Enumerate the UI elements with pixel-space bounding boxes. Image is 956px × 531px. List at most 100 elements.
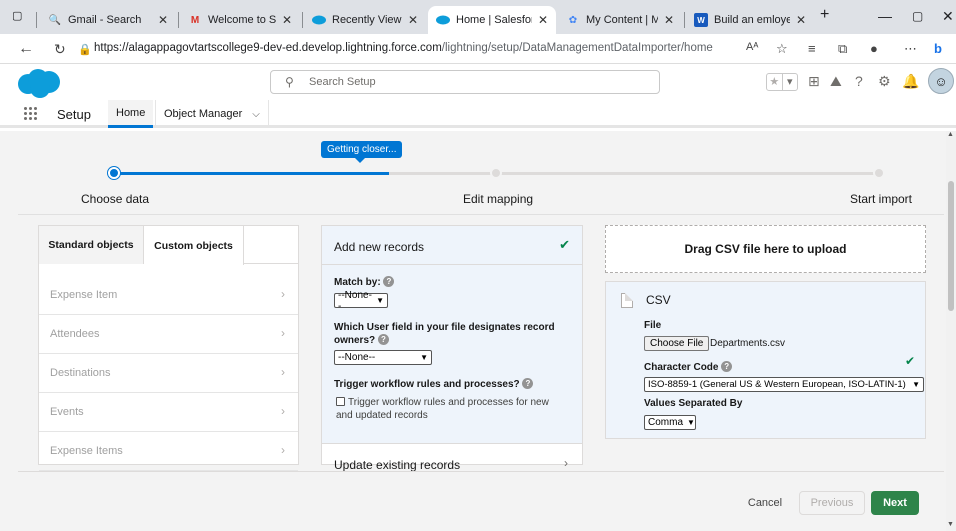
trigger-workflow-checkbox-label: Trigger workflow rules and processes for… (336, 397, 549, 421)
search-icon: ⚲ (285, 75, 294, 89)
favorite-add-icon[interactable]: ☆ (776, 41, 788, 57)
help-icon[interactable]: ? (377, 334, 389, 345)
owner-field-value: --None-- (338, 352, 376, 363)
search-setup-input[interactable]: ⚲ Search Setup (270, 70, 660, 94)
help-icon[interactable]: ? (383, 276, 395, 287)
wizard-footer: Cancel Previous Next (18, 471, 944, 531)
trigger-workflow-checkbox-row[interactable]: Trigger workflow rules and processes for… (336, 396, 568, 422)
drop-zone-label: Drag CSV file here to upload (684, 242, 847, 256)
cancel-button[interactable]: Cancel (736, 491, 794, 515)
read-aloud-icon[interactable]: Aᴬ (746, 41, 758, 53)
browser-tab-my-content[interactable]: ✿ My Content | Micros ✕ (558, 6, 682, 34)
tab-object-manager[interactable]: Object Manager ⌵ (155, 100, 269, 128)
gear-icon[interactable]: ⚙ (878, 73, 891, 90)
match-by-label: Match by: ? (334, 276, 395, 289)
close-icon[interactable]: ✕ (538, 13, 548, 27)
csv-drop-zone[interactable]: Drag CSV file here to upload (605, 225, 926, 273)
setup-navbar: Setup Home Object Manager ⌵ (0, 100, 956, 128)
tab-object-manager-label: Object Manager (164, 108, 243, 120)
close-icon[interactable]: ✕ (158, 13, 168, 27)
url-path: /lightning/setup/DataManagementDataImpor… (441, 42, 713, 54)
tab-actions-icon[interactable]: ▢ (12, 9, 22, 22)
new-tab-icon[interactable]: + (820, 6, 829, 24)
browser-tab-build-employee[interactable]: W Build an emloyee tra ✕ (686, 6, 814, 34)
chevron-down-icon[interactable]: ⌵ (252, 109, 260, 120)
page-scrollbar[interactable]: ▲ ▼ (946, 131, 956, 531)
window-close-icon[interactable]: ✕ (942, 8, 954, 25)
avatar[interactable]: ☺ (928, 68, 954, 94)
choose-file-button[interactable]: Choose File (644, 336, 710, 351)
object-item-label: Attendees (50, 328, 100, 340)
object-item-destinations[interactable]: Destinations › (39, 354, 298, 393)
help-icon[interactable]: ? (855, 73, 863, 89)
profile-icon[interactable]: ● (870, 41, 878, 56)
trailhead-icon[interactable]: ⛰ (830, 73, 842, 90)
tab-custom-objects[interactable]: Custom objects (144, 226, 244, 265)
browser-tab-home-salesforce[interactable]: Home | Salesforce ✕ (428, 6, 556, 34)
bell-icon[interactable]: 🔔 (902, 73, 919, 90)
tab-label: Build an emloyee tra (714, 14, 790, 26)
match-by-value: --None-- (338, 289, 372, 312)
tab-standard-objects[interactable]: Standard objects (39, 226, 144, 264)
action-add-new-records[interactable]: Add new records ✔ Match by: ? --None-- ▼ … (322, 226, 582, 444)
check-icon: ✔ (904, 354, 915, 368)
chevron-right-icon: › (281, 404, 285, 418)
previous-button[interactable]: Previous (799, 491, 865, 515)
gmail-icon: M (190, 14, 200, 26)
browser-tab-gmail[interactable]: 🔍 Gmail - Search ✕ (40, 6, 176, 34)
tab-custom-objects-label: Custom objects (154, 239, 233, 252)
global-actions-icon[interactable]: ⊞ (808, 73, 820, 90)
object-selector: Standard objects Custom objects Expense … (38, 225, 299, 471)
maximize-icon[interactable]: ▢ (912, 9, 923, 23)
refresh-icon[interactable]: ↻ (54, 41, 66, 58)
bing-icon[interactable]: b (934, 41, 942, 56)
minimize-icon[interactable]: — (878, 8, 892, 24)
address-bar: ← ↻ 🔒 https://alagappagovtartscollege9-d… (0, 34, 956, 64)
step-dot-edit-mapping (490, 167, 502, 179)
scroll-up-icon[interactable]: ▲ (947, 131, 954, 138)
scroll-down-icon[interactable]: ▼ (947, 521, 954, 528)
chevron-down-icon: ▼ (687, 418, 695, 427)
object-item-expense-items[interactable]: Expense Items › (39, 432, 298, 471)
chevron-down-icon: ▼ (420, 353, 428, 362)
object-item-expense-item[interactable]: Expense Item › (39, 276, 298, 315)
tab-home[interactable]: Home (108, 100, 154, 128)
trigger-workflow-checkbox[interactable] (336, 397, 345, 406)
object-item-events[interactable]: Events › (39, 393, 298, 432)
close-icon[interactable]: ✕ (796, 13, 806, 27)
separator-label: Values Separated By (644, 398, 743, 409)
update-records-label: Update existing records (334, 458, 461, 472)
favorites-icon[interactable]: ≡ (808, 41, 816, 56)
browser-tab-recently-viewed[interactable]: Recently Viewed | exp ✕ (304, 6, 426, 34)
character-code-select[interactable]: ISO-8859-1 (General US & Western Europea… (644, 377, 924, 392)
favorites-button[interactable]: ★ ▾ (766, 73, 798, 91)
file-icon (621, 293, 633, 308)
lock-icon[interactable]: 🔒 (78, 43, 92, 56)
app-title: Setup (57, 107, 91, 122)
salesforce-logo-icon[interactable] (16, 68, 62, 98)
tab-label: Home | Salesforce (456, 14, 532, 26)
character-code-value: ISO-8859-1 (General US & Western Europea… (648, 379, 906, 390)
help-icon[interactable]: ? (721, 361, 733, 372)
browser-tab-welcome[interactable]: M Welcome to Salesforce ✕ (180, 6, 300, 34)
owner-field-select[interactable]: --None-- ▼ (334, 350, 432, 365)
separator-select[interactable]: Comma ▼ (644, 415, 696, 430)
collections-icon[interactable]: ⧉ (838, 41, 847, 57)
next-button[interactable]: Next (871, 491, 919, 515)
help-icon[interactable]: ? (522, 378, 534, 389)
object-item-attendees[interactable]: Attendees › (39, 315, 298, 354)
object-item-label: Expense Item (50, 289, 118, 301)
url-field[interactable]: https://alagappagovtartscollege9-dev-ed.… (94, 42, 713, 54)
app-launcher-icon[interactable] (24, 107, 38, 121)
close-icon[interactable]: ✕ (282, 13, 292, 27)
close-icon[interactable]: ✕ (408, 13, 418, 27)
back-icon[interactable]: ← (18, 40, 34, 58)
search-icon: 🔍 (48, 14, 62, 26)
more-icon[interactable]: ⋯ (904, 41, 917, 57)
scrollbar-thumb[interactable] (948, 181, 954, 311)
tab-label: Recently Viewed | exp (332, 14, 402, 26)
add-records-label: Add new records (334, 240, 425, 254)
object-item-label: Events (50, 406, 84, 418)
close-icon[interactable]: ✕ (664, 13, 674, 27)
match-by-select[interactable]: --None-- ▼ (334, 290, 388, 312)
